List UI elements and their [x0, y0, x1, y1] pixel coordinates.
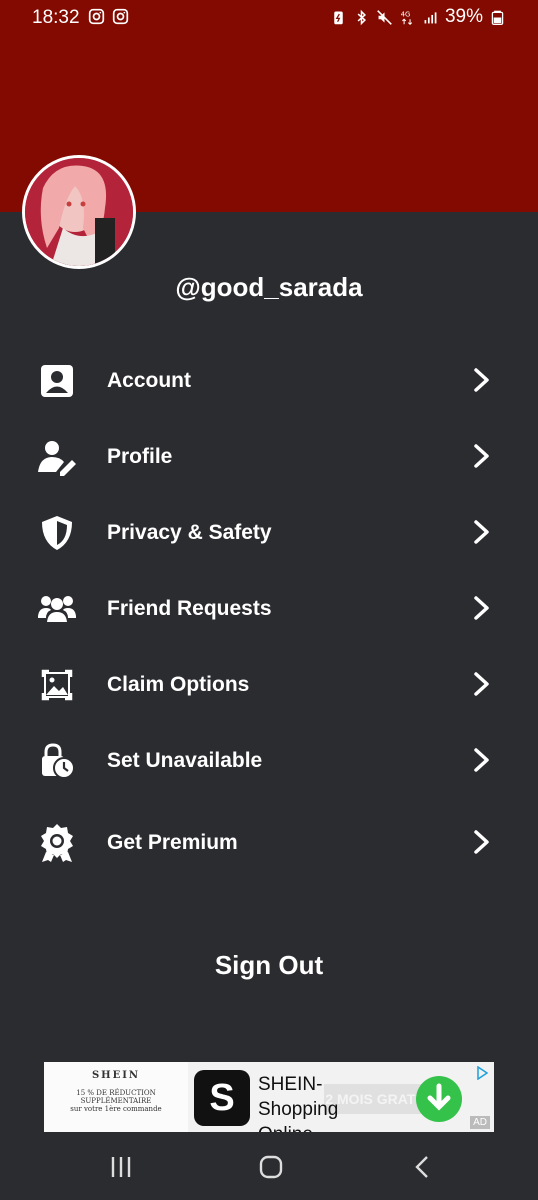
status-time: 18:32 — [32, 7, 80, 28]
menu-item-label: Privacy & Safety — [107, 521, 272, 544]
user-edit-icon — [38, 441, 76, 476]
image-frame-icon — [41, 669, 73, 701]
recent-apps-icon[interactable] — [106, 1154, 136, 1180]
menu-item-claim-options[interactable]: Claim Options — [0, 653, 538, 715]
menu-item-label: Account — [107, 369, 191, 392]
ad-title: SHEIN-Shopping Online — [258, 1074, 339, 1132]
chevron-right-icon — [474, 748, 489, 772]
mute-icon — [377, 9, 392, 25]
menu-item-set-unavailable[interactable]: Set Unavailable — [0, 729, 538, 791]
menu-item-get-premium[interactable]: Get Premium — [0, 811, 538, 873]
ad-promo-subline: sur votre 1ère commande — [70, 1105, 162, 1113]
menu-item-friend-requests[interactable]: Friend Requests — [0, 577, 538, 639]
chevron-right-icon — [474, 830, 489, 854]
system-nav-bar — [0, 1132, 538, 1200]
4g-icon: 4G — [401, 10, 413, 25]
battery-icon — [491, 10, 504, 25]
menu-item-label: Claim Options — [107, 673, 250, 696]
menu-item-privacy-safety[interactable]: Privacy & Safety — [0, 501, 538, 563]
lock-clock-icon — [42, 743, 75, 779]
home-icon[interactable] — [256, 1154, 286, 1180]
chevron-right-icon — [474, 520, 489, 544]
award-icon — [41, 824, 73, 862]
battery-saver-icon — [334, 11, 343, 24]
username: @good_sarada — [175, 272, 363, 302]
avatar-image — [25, 158, 133, 266]
chevron-right-icon — [474, 596, 489, 620]
menu-item-label: Get Premium — [107, 831, 238, 854]
bluetooth-icon — [357, 9, 366, 25]
ad-image: SHEIN 15 % DE RÉDUCTION SUPPLÉMENTAIRE s… — [44, 1062, 188, 1132]
ad-promo-line: 15 % DE RÉDUCTION SUPPLÉMENTAIRE — [76, 1089, 156, 1105]
ad-banner[interactable]: SHEIN 15 % DE RÉDUCTION SUPPLÉMENTAIRE s… — [44, 1062, 494, 1132]
download-icon — [427, 1083, 451, 1111]
ad-badge: AD — [470, 1116, 490, 1129]
menu-item-label: Set Unavailable — [107, 749, 263, 772]
ad-brand: SHEIN — [91, 1070, 141, 1081]
avatar[interactable] — [22, 155, 136, 269]
status-bar: 18:32 4G 39% — [0, 0, 538, 34]
sign-out-button[interactable]: Sign Out — [0, 950, 538, 981]
ad-app-logo: S — [194, 1070, 250, 1126]
back-icon[interactable] — [408, 1154, 438, 1180]
chevron-right-icon — [474, 444, 489, 468]
instagram-icon — [112, 8, 129, 25]
chevron-right-icon — [474, 368, 489, 392]
svg-text:4G: 4G — [401, 10, 411, 18]
signal-icon — [424, 11, 437, 23]
account-icon — [41, 365, 73, 397]
instagram-icon — [88, 8, 105, 25]
menu-item-account[interactable]: Account — [0, 349, 538, 411]
adchoices-icon[interactable] — [476, 1066, 488, 1080]
menu-item-profile[interactable]: Profile — [0, 425, 538, 487]
menu-item-label: Friend Requests — [107, 597, 272, 620]
ad-download-button[interactable] — [416, 1076, 462, 1122]
battery-percent: 39% — [444, 6, 483, 27]
chevron-right-icon — [474, 672, 489, 696]
menu-item-label: Profile — [107, 445, 173, 468]
shield-icon — [42, 516, 72, 550]
users-icon — [38, 596, 76, 622]
